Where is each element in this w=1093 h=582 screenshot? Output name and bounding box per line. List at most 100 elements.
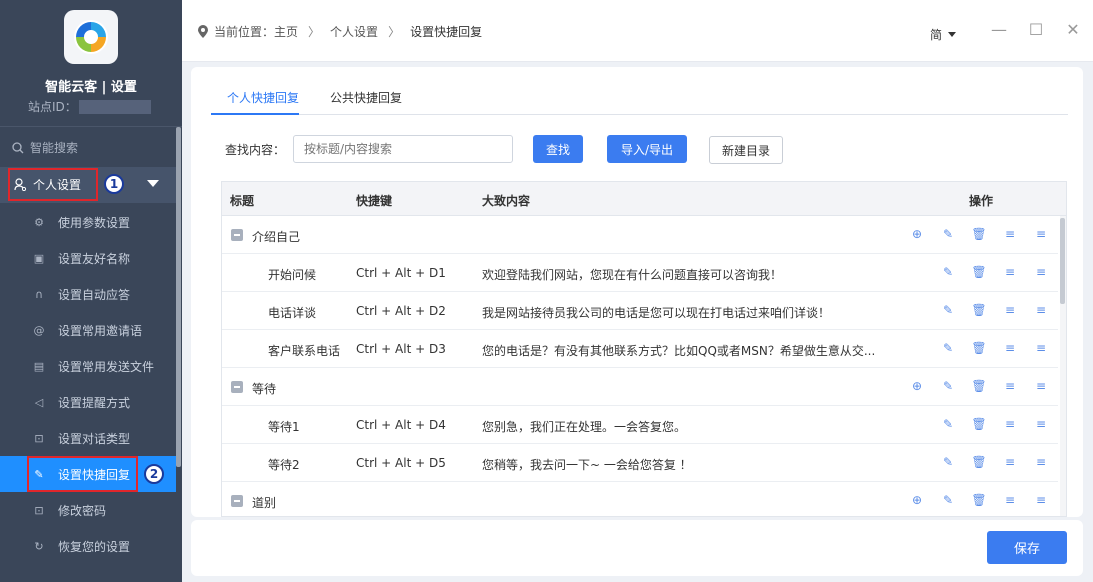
sidebar-group-personal-settings[interactable]: 个人设置 1: [0, 167, 176, 203]
search-input[interactable]: [293, 135, 514, 163]
sidebar-item-label: 设置常用发送文件: [58, 359, 155, 374]
move-down-icon[interactable]: ≡: [1034, 227, 1048, 241]
breadcrumb-home[interactable]: 主页: [274, 25, 298, 39]
move-down-icon[interactable]: ≡: [1034, 265, 1048, 279]
maximize-button[interactable]: ☐: [1025, 18, 1047, 40]
minimize-button[interactable]: —: [988, 18, 1010, 40]
header-shortcut: 快捷键: [356, 194, 393, 208]
table-row[interactable]: 等待1 Ctrl + Alt + D4 您别急，我们正在处理。一会答复您。 ✎ …: [222, 406, 1058, 444]
language-selector[interactable]: 简: [930, 26, 957, 43]
trash-icon[interactable]: 🗑: [971, 417, 986, 431]
collapse-icon[interactable]: [231, 381, 243, 393]
add-circle-icon[interactable]: ⊕: [910, 493, 924, 507]
sidebar-item-quick-reply[interactable]: ✎ 设置快捷回复 2: [0, 456, 176, 492]
close-button[interactable]: ✕: [1062, 18, 1084, 40]
new-directory-button[interactable]: 新建目录: [709, 136, 783, 164]
add-circle-icon[interactable]: ⊕: [910, 379, 924, 393]
move-down-icon[interactable]: ≡: [1034, 493, 1048, 507]
sidebar-item-friendly-name[interactable]: ▣ 设置友好名称: [0, 240, 176, 276]
move-down-icon[interactable]: ≡: [1034, 455, 1048, 469]
footer-bar: 保存: [191, 520, 1083, 576]
edit-icon[interactable]: ✎: [941, 455, 955, 469]
move-down-icon[interactable]: ≡: [1034, 417, 1048, 431]
sidebar-item-restore-settings[interactable]: ↻ 恢复您的设置: [0, 528, 176, 564]
save-button[interactable]: 保存: [987, 531, 1067, 564]
sliders-icon: ⚙: [34, 215, 44, 229]
move-up-icon[interactable]: ≡: [1003, 455, 1017, 469]
edit-icon[interactable]: ✎: [941, 227, 955, 241]
edit-icon[interactable]: ✎: [941, 417, 955, 431]
sidebar-search[interactable]: 智能搜索: [12, 139, 78, 156]
table-row[interactable]: 开始问候 Ctrl + Alt + D1 欢迎登陆我们网站，您现在有什么问题直接…: [222, 254, 1058, 292]
sidebar-item-param-settings[interactable]: ⚙ 使用参数设置: [0, 204, 176, 240]
edit-icon[interactable]: ✎: [941, 265, 955, 279]
move-up-icon[interactable]: ≡: [1003, 265, 1017, 279]
table-row[interactable]: 客户联系电话 Ctrl + Alt + D3 您的电话是？有没有其他联系方式？比…: [222, 330, 1058, 368]
file-icon: ▤: [33, 359, 45, 373]
add-circle-icon[interactable]: ⊕: [910, 227, 924, 241]
trash-icon[interactable]: 🗑: [971, 493, 986, 507]
move-down-icon[interactable]: ≡: [1034, 379, 1048, 393]
tab-public-quick-reply[interactable]: 公共快捷回复: [330, 89, 402, 106]
move-up-icon[interactable]: ≡: [1003, 379, 1017, 393]
sidebar-item-label: 设置对话类型: [58, 431, 131, 446]
edit-icon[interactable]: ✎: [941, 341, 955, 355]
sidebar-item-label: 设置自动应答: [58, 287, 131, 302]
move-down-icon[interactable]: ≡: [1034, 303, 1048, 317]
row-title: 等待1: [268, 420, 300, 434]
table-group-row[interactable]: 等待 ⊕ ✎ 🗑 ≡ ≡: [222, 368, 1058, 406]
header-actions: 操作: [969, 194, 994, 208]
move-up-icon[interactable]: ≡: [1003, 493, 1017, 507]
move-up-icon[interactable]: ≡: [1003, 303, 1017, 317]
sidebar-item-label: 设置常用邀请语: [58, 323, 143, 338]
move-down-icon[interactable]: ≡: [1034, 341, 1048, 355]
breadcrumb-personal-settings[interactable]: 个人设置: [330, 23, 378, 40]
main-panel: 个人快捷回复 公共快捷回复 查找内容： 查找 导入/导出 新建目录 标题 快捷键…: [191, 67, 1083, 517]
edit-icon[interactable]: ✎: [941, 493, 955, 507]
sidebar-item-invite-phrases[interactable]: @ 设置常用邀请语: [0, 312, 176, 348]
table-header: 标题 快捷键 大致内容 操作: [222, 182, 1066, 216]
sidebar-item-reminder[interactable]: ◁ 设置提醒方式: [0, 384, 176, 420]
table-group-row[interactable]: 介绍自己 ⊕ ✎ 🗑 ≡ ≡: [222, 216, 1058, 254]
edit-icon[interactable]: ✎: [941, 303, 955, 317]
row-shortcut: Ctrl + Alt + D3: [356, 342, 446, 356]
trash-icon[interactable]: 🗑: [971, 227, 986, 241]
edit-icon[interactable]: ✎: [941, 379, 955, 393]
sidebar-item-label: 恢复您的设置: [58, 539, 131, 554]
table-row[interactable]: 电话详谈 Ctrl + Alt + D2 我是网站接待员我公司的电话是您可以现在…: [222, 292, 1058, 330]
trash-icon[interactable]: 🗑: [971, 379, 986, 393]
chevron-down-icon[interactable]: [147, 180, 159, 187]
trash-icon[interactable]: 🗑: [971, 303, 986, 317]
sidebar-item-dialog-type[interactable]: ⊡ 设置对话类型: [0, 420, 176, 456]
trash-icon[interactable]: 🗑: [971, 341, 986, 355]
find-button[interactable]: 查找: [533, 135, 583, 163]
tab-personal-quick-reply[interactable]: 个人快捷回复: [227, 89, 299, 106]
sidebar-item-send-files[interactable]: ▤ 设置常用发送文件: [0, 348, 176, 384]
search-label: 查找内容：: [225, 142, 286, 157]
sidebar-item-auto-reply[interactable]: ∩ 设置自动应答: [0, 276, 176, 312]
import-export-button[interactable]: 导入/导出: [607, 135, 687, 163]
app-title: 智能云客 | 设置: [45, 80, 137, 95]
lock-icon: ⊡: [34, 503, 44, 517]
language-label: 简: [930, 28, 943, 42]
breadcrumb-current: 设置快捷回复: [410, 25, 483, 39]
header-content: 大致内容: [482, 194, 531, 208]
table-scrollbar[interactable]: [1060, 218, 1065, 304]
move-up-icon[interactable]: ≡: [1003, 341, 1017, 355]
sidebar-item-change-password[interactable]: ⊡ 修改密码: [0, 492, 176, 528]
trash-icon[interactable]: 🗑: [971, 455, 986, 469]
collapse-icon[interactable]: [231, 229, 243, 241]
sidebar-scrollbar[interactable]: [176, 127, 181, 467]
header-title: 标题: [230, 194, 255, 208]
chevron-right-icon: 〉: [388, 25, 401, 39]
search-row: 查找内容：: [225, 135, 514, 163]
table-group-row[interactable]: 道别 ⊕ ✎ 🗑 ≡ ≡: [222, 482, 1058, 516]
move-up-icon[interactable]: ≡: [1003, 227, 1017, 241]
row-shortcut: Ctrl + Alt + D4: [356, 418, 446, 432]
annotation-badge-2: 2: [144, 464, 164, 484]
caret-down-icon: [948, 32, 957, 37]
collapse-icon[interactable]: [231, 495, 243, 507]
trash-icon[interactable]: 🗑: [971, 265, 986, 279]
move-up-icon[interactable]: ≡: [1003, 417, 1017, 431]
table-row[interactable]: 等待2 Ctrl + Alt + D5 您稍等，我去问一下~ 一会给您答复 ！ …: [222, 444, 1058, 482]
